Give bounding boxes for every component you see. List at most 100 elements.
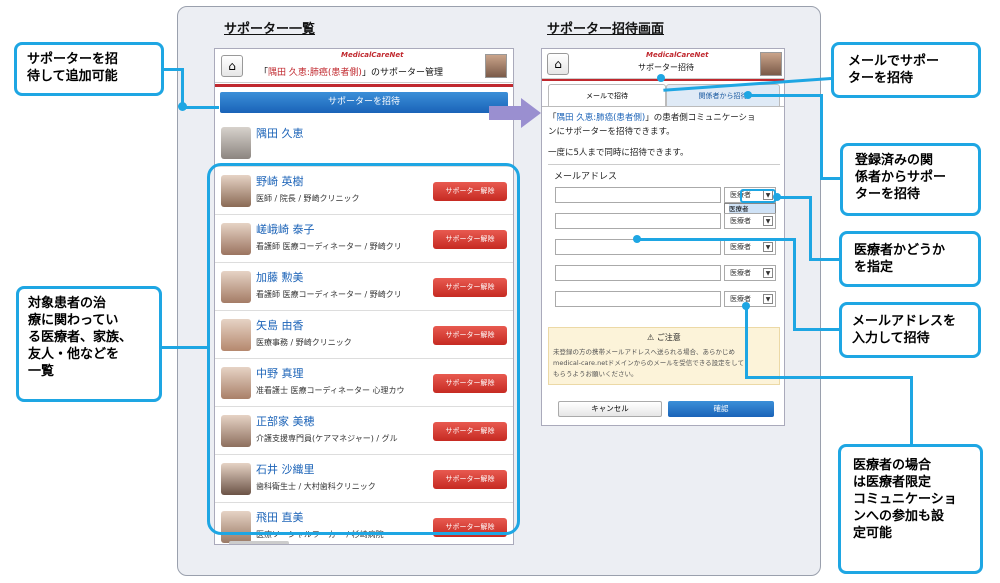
header-divider — [215, 84, 513, 87]
home-button[interactable]: ⌂ — [221, 55, 243, 77]
connector-medical-3 — [809, 258, 839, 261]
connector-medical-2 — [809, 196, 812, 261]
callout-add-line1: サポーターを招 — [27, 52, 119, 67]
callout-medical-line1: 医療者かどうか — [854, 243, 946, 258]
relation-select-value: 医療者 — [730, 243, 751, 251]
email-input[interactable] — [555, 187, 721, 203]
relation-select[interactable]: 医療者 ▼ — [724, 213, 776, 229]
callout-email-input-line1: メールアドレスを — [852, 314, 957, 329]
connector-dot — [657, 74, 665, 82]
callout-email-invite: メールでサポー ターを招待 — [831, 42, 981, 98]
callout-list-line5: 一覧 — [28, 364, 55, 379]
connector-registered-2 — [820, 94, 823, 180]
desc-patient: 隅田 久恵:肺癌(患者側) — [556, 113, 646, 123]
figure-canvas: サポーター一覧 サポーター招待画面 ⌂ MedicalCareNet 「隅田 久… — [0, 0, 1000, 583]
supporter-list-highlight — [207, 163, 520, 535]
invite-limit-text: 一度に5人まで同時に招待できます。 — [548, 148, 689, 158]
connector-list — [162, 346, 208, 349]
invite-supporter-button[interactable]: サポーターを招待 — [220, 92, 508, 113]
callout-email-invite-line1: メールでサポー — [848, 54, 940, 69]
connector-email-input-2 — [793, 238, 796, 331]
connector-dot — [633, 235, 641, 243]
left-section-title: サポーター一覧 — [224, 22, 316, 37]
notice-line-3: もらうようお願いください。 — [553, 370, 638, 378]
relation-select[interactable]: 医療者 ▼ — [724, 239, 776, 255]
header: ⌂ MedicalCareNet 「隅田 久恵:肺癌(患者側)」のサポーター管理 — [215, 49, 513, 83]
email-input[interactable] — [555, 213, 721, 229]
relation-select-value: 医療者 — [730, 269, 751, 277]
notice-title-text: ご注意 — [656, 333, 681, 342]
callout-limited: 医療者の場合 は医療者限定 コミュニケーショ ンへの参加も設 定可能 — [838, 444, 983, 574]
callout-list-line3: る医療者、家族、 — [28, 330, 133, 345]
callout-list-line4: 友人・他などを — [28, 347, 120, 362]
invite-description: 「隅田 久恵:肺癌(患者側)」の患者側コミュニケーショ — [548, 111, 756, 123]
relation-select-value: 医療者 — [730, 217, 751, 225]
callout-registered-line3: ターを招待 — [855, 187, 921, 202]
connector-dot — [744, 91, 752, 99]
patient-name: 隅田 久恵 — [256, 127, 304, 140]
right-section-title: サポーター招待画面 — [547, 22, 665, 37]
connector-dot — [742, 302, 750, 310]
callout-limited-line4: ンへの参加も設 — [853, 509, 945, 524]
title-close: 」のサポーター管理 — [361, 68, 443, 78]
notice-line-2: medical-care.netドメインからのメールを受信できる設定をして — [553, 359, 744, 367]
title-open: 「 — [259, 68, 269, 78]
confirm-button[interactable]: 確認 — [668, 401, 774, 417]
select-highlight — [740, 189, 776, 203]
home-icon: ⌂ — [228, 59, 236, 73]
connector-registered-1 — [748, 94, 823, 97]
connector-limited-2 — [745, 376, 913, 379]
notice-title: ⚠ ご注意 — [647, 332, 681, 343]
callout-limited-line1: 医療者の場合 — [853, 458, 932, 473]
patient-row: 隅田 久恵 — [215, 119, 513, 167]
connector-dot — [773, 193, 781, 201]
title-patient: 隅田 久恵:肺癌(患者側) — [268, 68, 362, 78]
chevron-down-icon: ▼ — [763, 216, 773, 226]
callout-registered-line2: 係者からサポー — [855, 170, 947, 185]
relation-select[interactable]: 医療者 ▼ — [724, 291, 776, 307]
callout-email-input-line2: 入力して招待 — [852, 331, 930, 346]
connector-email-input-3 — [793, 328, 839, 331]
invite-screen: ⌂ MedicalCareNet サポーター招待 メールで招待 関係者から招待 … — [541, 48, 785, 426]
callout-list-line2: 療に関わってい — [28, 313, 119, 328]
chevron-down-icon: ▼ — [763, 268, 773, 278]
relation-select[interactable]: 医療者 ▼ — [724, 265, 776, 281]
logo: MedicalCareNet — [646, 51, 709, 59]
notice-line-1: 未登録の方の携帯メールアドレスへ送られる場合、あらかじめ — [553, 348, 735, 356]
patient-avatar — [221, 127, 251, 159]
desc-rest: 」の患者側コミュニケーショ — [645, 113, 756, 123]
invite-description-2: ンにサポーターを招待できます。 — [548, 127, 675, 137]
home-button[interactable]: ⌂ — [547, 53, 569, 75]
chevron-down-icon: ▼ — [763, 294, 773, 304]
callout-email-invite-line2: ターを招待 — [848, 71, 914, 86]
email-input[interactable] — [555, 265, 721, 281]
connector-email-input-1 — [636, 238, 796, 241]
user-avatar[interactable] — [760, 52, 782, 76]
page-title: サポーター招待 — [638, 63, 694, 72]
callout-registered-line1: 登録済みの関 — [855, 153, 934, 168]
connector-registered-3 — [820, 177, 840, 180]
desc-open: 「 — [548, 113, 557, 123]
callout-limited-line2: は医療者限定 — [853, 475, 932, 490]
home-icon: ⌂ — [554, 57, 562, 71]
transition-arrow-icon — [489, 98, 541, 128]
tab-email-invite[interactable]: メールで招待 — [548, 84, 666, 106]
connector-medical-1 — [776, 196, 812, 199]
connector-limited-1 — [745, 306, 748, 378]
callout-email-input: メールアドレスを 入力して招待 — [839, 302, 981, 358]
connector-limited-3 — [910, 376, 913, 444]
callout-medical-line2: を指定 — [854, 260, 894, 275]
callout-limited-line5: 定可能 — [853, 526, 893, 541]
chevron-down-icon: ▼ — [763, 242, 773, 252]
tab-divider — [542, 106, 784, 107]
email-input[interactable] — [555, 291, 721, 307]
callout-registered: 登録済みの関 係者からサポー ターを招待 — [840, 143, 981, 216]
callout-add-line2: 待して追加可能 — [27, 69, 118, 84]
warning-icon: ⚠ — [647, 333, 657, 342]
user-avatar[interactable] — [485, 54, 507, 78]
callout-list: 対象患者の治 療に関わってい る医療者、家族、 友人・他などを 一覧 — [16, 286, 162, 402]
cancel-button[interactable]: キャンセル — [558, 401, 662, 417]
email-label: メールアドレス — [554, 172, 618, 182]
callout-add: サポーターを招 待して追加可能 — [14, 42, 164, 96]
callout-medical: 医療者かどうか を指定 — [839, 231, 981, 287]
